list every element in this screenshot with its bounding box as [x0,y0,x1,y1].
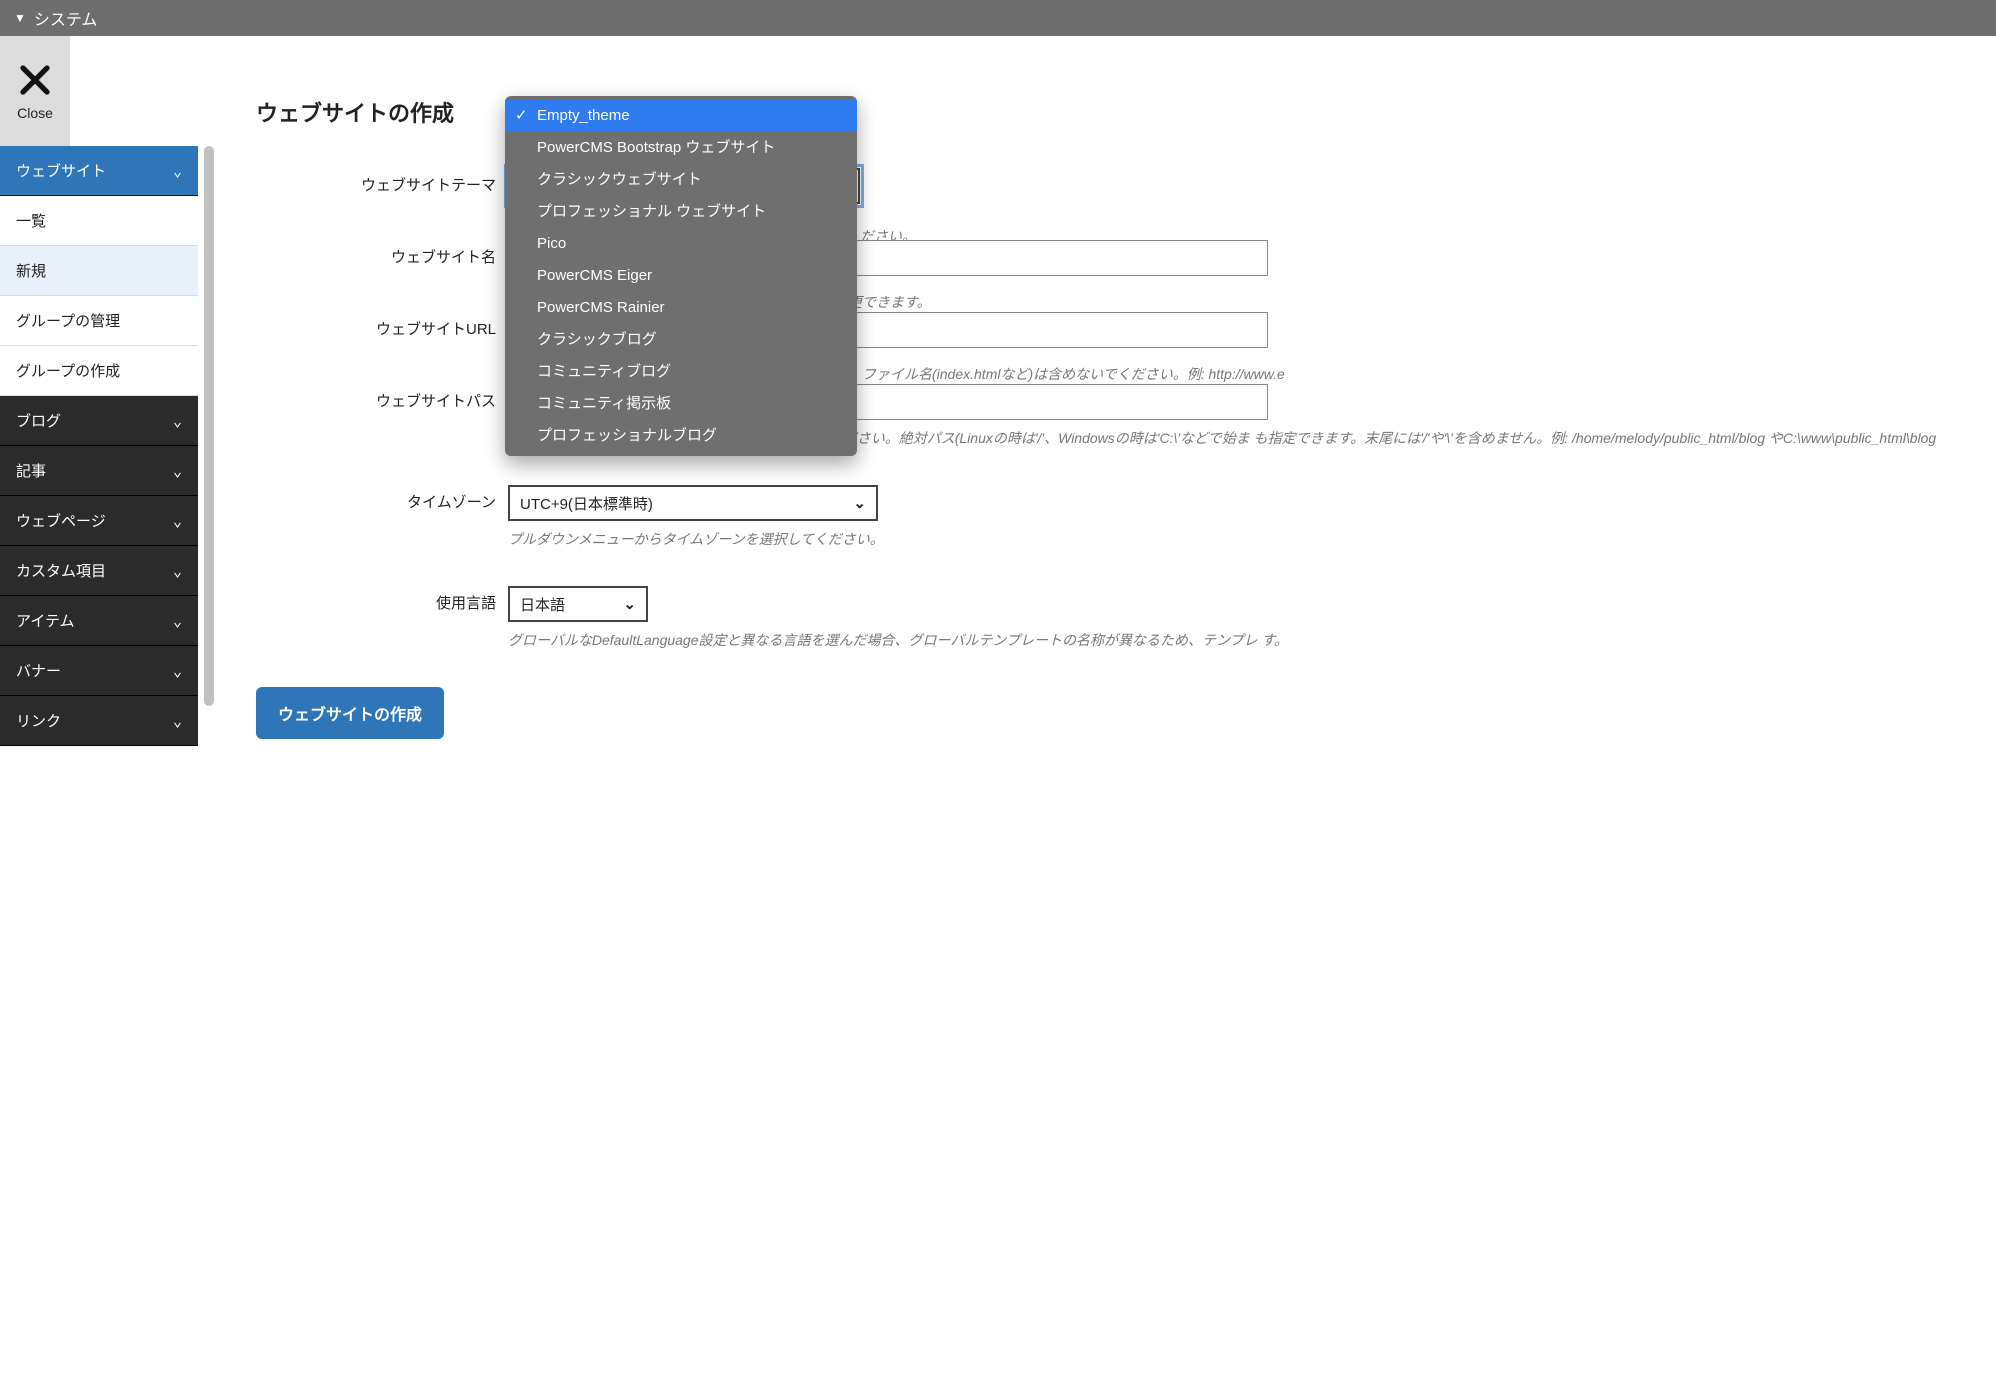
theme-option-1[interactable]: PowerCMS Bootstrap ウェブサイト [505,132,857,164]
chevron-down-icon: ⌄ [173,712,182,730]
help-name-fragment: 更できます。 [848,292,931,313]
sidebar-item-label: ウェブサイト [16,160,106,181]
sidebar-item-3[interactable]: グループの管理 [0,296,198,346]
sidebar-scrollbar-thumb[interactable] [204,146,214,706]
row-language: 使用言語 日本語 ⌄ グローバルなDefaultLanguage設定と異なる言語… [256,586,1996,651]
label-path: ウェブサイトパス [256,384,496,411]
theme-dropdown-popup[interactable]: Empty_themePowerCMS Bootstrap ウェブサイトクラシッ… [505,96,857,456]
sidebar-item-2[interactable]: 新規 [0,246,198,296]
theme-option-8[interactable]: コミュニティブログ [505,356,857,388]
sidebar-scrollbar-track [204,146,214,706]
sidebar-item-11[interactable]: リンク ⌄ [0,696,198,746]
theme-option-9[interactable]: コミュニティ掲示板 [505,388,857,420]
help-timezone: プルダウンメニューからタイムゾーンを選択してください。 [508,529,1996,550]
help-language: グローバルなDefaultLanguage設定と異なる言語を選んだ場合、グローバ… [508,630,1996,651]
label-timezone: タイムゾーン [256,485,496,512]
label-name: ウェブサイト名 [256,240,496,267]
chevron-down-icon: ⌄ [173,462,182,480]
theme-option-0[interactable]: Empty_theme [505,100,857,132]
sidebar-item-label: ブログ [16,410,61,431]
sidebar: ウェブサイト⌄一覧新規グループの管理グループの作成ブログ⌄記事⌄ウェブページ⌄カ… [0,146,198,1388]
language-select[interactable]: 日本語 ⌄ [508,586,648,622]
dropdown-triangle-icon[interactable]: ▼ [14,11,26,25]
theme-option-3[interactable]: プロフェッショナル ウェブサイト [505,196,857,228]
chevron-down-icon: ⌄ [173,662,182,680]
create-website-button[interactable]: ウェブサイトの作成 [256,687,444,739]
close-icon [17,62,53,101]
label-url: ウェブサイトURL [256,312,496,339]
sidebar-item-label: アイテム [16,610,75,631]
close-button[interactable]: Close [0,36,70,146]
main-pane: ウェブサイトの作成 ウェブサイトテーマ ⌄ ださい。 ウェブサイト名 更できます… [220,36,1996,779]
timezone-select[interactable]: UTC+9(日本標準時) ⌄ [508,485,878,521]
sidebar-item-10[interactable]: バナー ⌄ [0,646,198,696]
chevron-down-icon: ⌄ [173,162,182,180]
chevron-down-icon: ⌄ [173,412,182,430]
sidebar-item-label: バナー [16,660,61,681]
row-timezone: タイムゾーン UTC+9(日本標準時) ⌄ プルダウンメニューからタイムゾーンを… [256,485,1996,550]
sidebar-item-9[interactable]: アイテム ⌄ [0,596,198,646]
chevron-down-icon: ⌄ [623,595,636,613]
theme-option-10[interactable]: プロフェッショナルブログ [505,420,857,452]
theme-option-5[interactable]: PowerCMS Eiger [505,260,857,292]
chevron-down-icon: ⌄ [173,562,182,580]
chevron-down-icon: ⌄ [853,494,866,512]
sidebar-item-0[interactable]: ウェブサイト ⌄ [0,146,198,196]
submit-row: ウェブサイトの作成 [256,687,1996,739]
sidebar-item-6[interactable]: 記事 ⌄ [0,446,198,496]
topbar-label[interactable]: システム [34,6,98,30]
sidebar-item-5[interactable]: ブログ ⌄ [0,396,198,446]
sidebar-item-label: 一覧 [16,210,46,231]
chevron-down-icon: ⌄ [173,512,182,530]
close-label: Close [17,105,53,121]
label-theme: ウェブサイトテーマ [256,168,496,195]
sidebar-item-label: リンク [16,710,61,731]
help-url: 。ファイル名(index.htmlなど)は含めないでください。例: http:/… [848,364,1285,385]
sidebar-item-label: 新規 [16,260,46,281]
theme-option-4[interactable]: Pico [505,228,857,260]
theme-option-6[interactable]: PowerCMS Rainier [505,292,857,324]
theme-option-7[interactable]: クラシックブログ [505,324,857,356]
sidebar-item-label: カスタム項目 [16,560,106,581]
sidebar-item-label: ウェブページ [16,510,106,531]
sidebar-item-label: 記事 [16,460,46,481]
sidebar-item-label: グループの作成 [16,360,120,381]
language-select-value: 日本語 [520,594,565,615]
sidebar-item-label: グループの管理 [16,310,120,331]
sidebar-item-4[interactable]: グループの作成 [0,346,198,396]
sidebar-item-7[interactable]: ウェブページ ⌄ [0,496,198,546]
sidebar-item-8[interactable]: カスタム項目 ⌄ [0,546,198,596]
topbar: ▼ システム [0,0,1996,36]
sidebar-item-1[interactable]: 一覧 [0,196,198,246]
chevron-down-icon: ⌄ [173,612,182,630]
theme-option-2[interactable]: クラシックウェブサイト [505,164,857,196]
label-language: 使用言語 [256,586,496,613]
timezone-select-value: UTC+9(日本標準時) [520,493,653,514]
